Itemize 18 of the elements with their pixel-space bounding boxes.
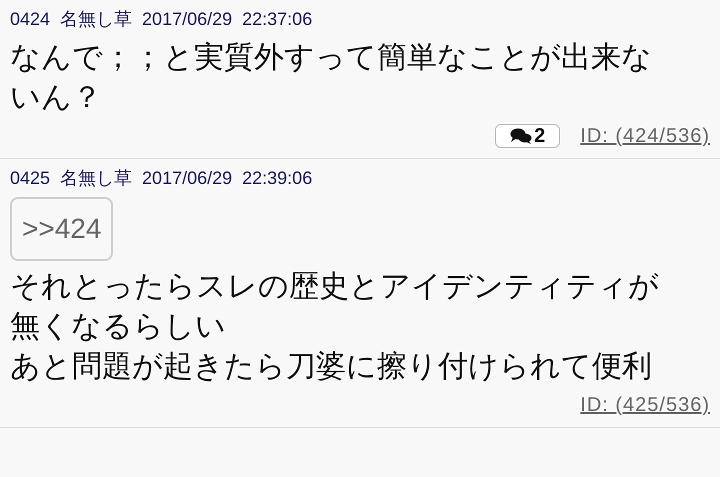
post-text: いん？: [10, 79, 103, 117]
post-id-link[interactable]: ID: (424/536): [580, 121, 710, 151]
post-date: 2017/06/29: [142, 8, 232, 31]
speech-bubbles-icon: [510, 127, 532, 145]
reply-anchor-link[interactable]: >>424: [10, 197, 114, 261]
post-text: 無くなるらしい: [10, 308, 227, 346]
post-number: 0424: [10, 8, 50, 31]
post-time: 22:37:06: [242, 8, 312, 31]
poster-name: 名無し草: [60, 167, 132, 190]
reply-count-button[interactable]: 2: [495, 124, 560, 148]
post-number: 0425: [10, 167, 50, 190]
post-date: 2017/06/29: [142, 167, 232, 190]
post-text: なんで；；と実質外すって簡単なことが出来な: [10, 39, 653, 77]
post-time: 22:39:06: [242, 167, 312, 190]
post-text: あと問題が起きたら刀婆に擦り付けられて便利: [10, 348, 653, 386]
post-id-link[interactable]: ID: (425/536): [580, 390, 710, 420]
poster-name: 名無し草: [60, 8, 132, 31]
post-text: それとったらスレの歴史とアイデンティティが: [10, 268, 660, 306]
